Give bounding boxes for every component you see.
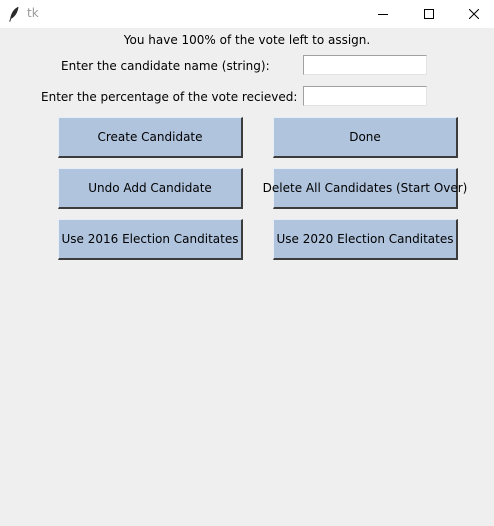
close-icon xyxy=(469,9,479,19)
delete-all-candidates-button[interactable]: Delete All Candidates (Start Over) xyxy=(263,168,467,209)
feather-icon xyxy=(8,6,20,22)
minimize-icon xyxy=(378,9,388,19)
close-button[interactable] xyxy=(451,0,494,28)
main-panel: You have 100% of the vote left to assign… xyxy=(0,28,494,526)
vote-remaining-label: You have 100% of the vote left to assign… xyxy=(123,33,371,47)
title-bar: tk xyxy=(0,0,494,28)
use-2020-candidates-button[interactable]: Use 2020 Election Canditates xyxy=(273,219,458,260)
undo-add-candidate-button[interactable]: Undo Add Candidate xyxy=(58,168,243,209)
maximize-icon xyxy=(424,9,434,19)
create-candidate-button[interactable]: Create Candidate xyxy=(58,117,243,158)
vote-percentage-label: Enter the percentage of the vote recieve… xyxy=(41,90,298,104)
window-title: tk xyxy=(27,6,39,20)
vote-percentage-input[interactable] xyxy=(303,86,427,106)
minimize-button[interactable] xyxy=(360,0,406,28)
maximize-button[interactable] xyxy=(406,0,452,28)
candidate-name-label: Enter the candidate name (string): xyxy=(61,59,270,73)
use-2016-candidates-button[interactable]: Use 2016 Election Canditates xyxy=(58,219,243,260)
candidate-name-input[interactable] xyxy=(303,55,427,75)
done-button[interactable]: Done xyxy=(273,117,458,158)
